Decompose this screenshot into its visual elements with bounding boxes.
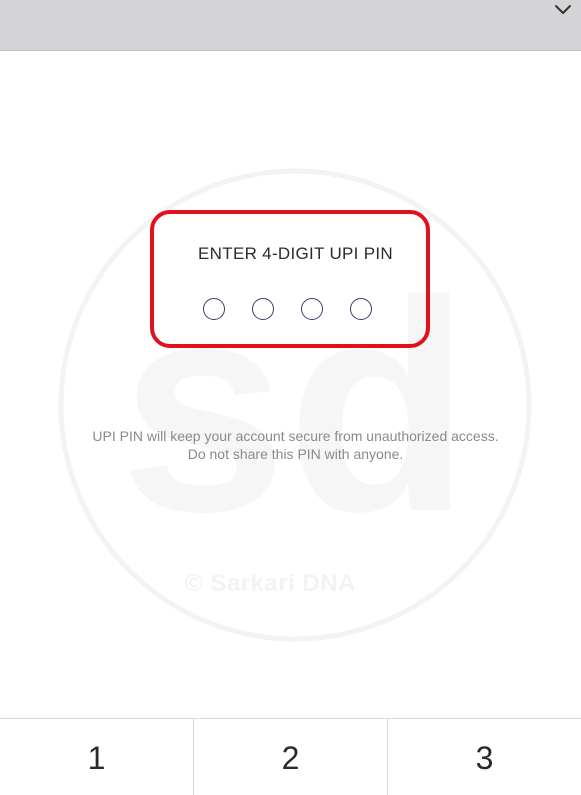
numeric-keypad: 1 2 3: [0, 718, 581, 795]
pin-entry-highlight: [150, 210, 430, 348]
pin-digit-2[interactable]: [252, 298, 274, 320]
key-3[interactable]: 3: [388, 719, 581, 795]
key-1[interactable]: 1: [0, 719, 194, 795]
pin-input[interactable]: [203, 298, 372, 324]
top-bar: [0, 0, 581, 51]
chevron-down-icon[interactable]: [553, 0, 573, 20]
key-2[interactable]: 2: [194, 719, 388, 795]
security-info-line-1: UPI PIN will keep your account secure fr…: [92, 428, 499, 444]
pin-title: ENTER 4-DIGIT UPI PIN: [198, 244, 393, 263]
upi-pin-screen: sd © Sarkari DNA ENTER 4-DIGIT UPI PIN U…: [0, 0, 581, 795]
pin-digit-3[interactable]: [301, 298, 323, 320]
security-info-line-2: Do not share this PIN with anyone.: [187, 446, 404, 462]
watermark-text: © Sarkari DNA: [185, 570, 356, 597]
pin-digit-4[interactable]: [350, 298, 372, 320]
pin-digit-1[interactable]: [203, 298, 225, 320]
security-info: UPI PIN will keep your account secure fr…: [0, 427, 581, 463]
